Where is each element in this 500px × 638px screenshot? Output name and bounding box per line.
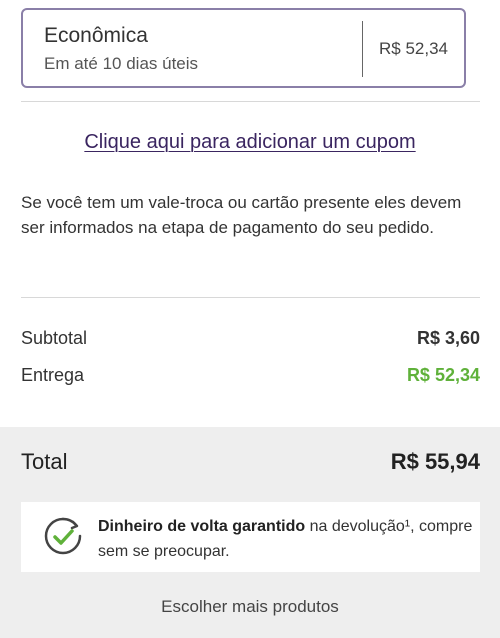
shipping-option-price: R$ 52,34 xyxy=(379,39,448,58)
guarantee-text: Dinheiro de volta garantido na devolução… xyxy=(98,514,473,564)
shipping-option-card[interactable]: Econômica Em até 10 dias úteis R$ 52,34 xyxy=(21,8,466,88)
divider xyxy=(21,297,480,298)
delivery-label: Entrega xyxy=(21,365,85,385)
total-label: Total xyxy=(21,449,68,474)
refresh-check-icon xyxy=(40,513,86,559)
delivery-row: Entrega R$ 52,34 xyxy=(21,365,480,386)
total-row: Total R$ 55,94 xyxy=(21,449,480,475)
subtotal-label: Subtotal xyxy=(21,328,88,348)
shipping-option-divider xyxy=(362,21,363,77)
subtotal-row: Subtotal R$ 3,60 xyxy=(21,328,480,349)
shipping-option-name: Econômica xyxy=(44,24,148,47)
guarantee-bold-text: Dinheiro de volta garantido xyxy=(98,518,306,535)
delivery-value: R$ 52,34 xyxy=(406,365,480,385)
choose-more-products-link[interactable]: Escolher mais produtos xyxy=(0,597,500,617)
total-value: R$ 55,94 xyxy=(390,449,480,474)
add-coupon-link[interactable]: Clique aqui para adicionar um cupom xyxy=(0,131,500,154)
subtotal-value: R$ 3,60 xyxy=(416,328,480,348)
shipping-option-eta: Em até 10 dias úteis xyxy=(44,54,199,73)
order-total-footer: Total R$ 55,94 Dinheiro de volta garanti… xyxy=(0,427,500,638)
gift-card-note: Se você tem um vale-troca ou cartão pres… xyxy=(21,193,462,237)
money-back-guarantee-banner: Dinheiro de volta garantido na devolução… xyxy=(21,502,480,572)
divider xyxy=(21,101,480,102)
